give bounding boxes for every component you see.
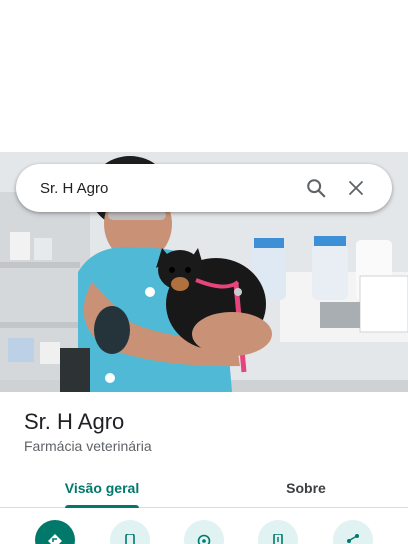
place-info: Sr. H Agro Farmácia veterinária xyxy=(24,408,152,454)
tab-bar: Visão geral Sobre xyxy=(0,468,408,508)
nearby-button[interactable] xyxy=(183,520,224,544)
place-category[interactable]: Farmácia veterinária xyxy=(24,438,152,454)
search-input[interactable]: Sr. H Agro xyxy=(40,180,296,197)
search-bar[interactable]: Sr. H Agro xyxy=(16,164,392,212)
action-buttons xyxy=(0,520,408,544)
active-tab-indicator xyxy=(65,505,139,508)
call-icon xyxy=(124,534,135,544)
tab-overview[interactable]: Visão geral xyxy=(0,468,204,508)
send-to-phone-button[interactable] xyxy=(258,520,299,544)
share-button[interactable] xyxy=(332,520,373,544)
send-to-phone-icon xyxy=(273,534,284,544)
call-button[interactable] xyxy=(109,520,150,544)
share-icon xyxy=(346,534,359,543)
place-name: Sr. H Agro xyxy=(24,409,125,434)
search-icon[interactable] xyxy=(296,168,336,208)
nearby-icon xyxy=(197,534,211,544)
tab-overview-label: Visão geral xyxy=(64,479,140,496)
close-icon[interactable] xyxy=(336,168,376,208)
directions-icon xyxy=(48,534,63,544)
tab-about[interactable]: Sobre xyxy=(204,468,408,507)
tab-about-label: Sobre xyxy=(286,479,326,496)
directions-button[interactable] xyxy=(35,520,76,544)
